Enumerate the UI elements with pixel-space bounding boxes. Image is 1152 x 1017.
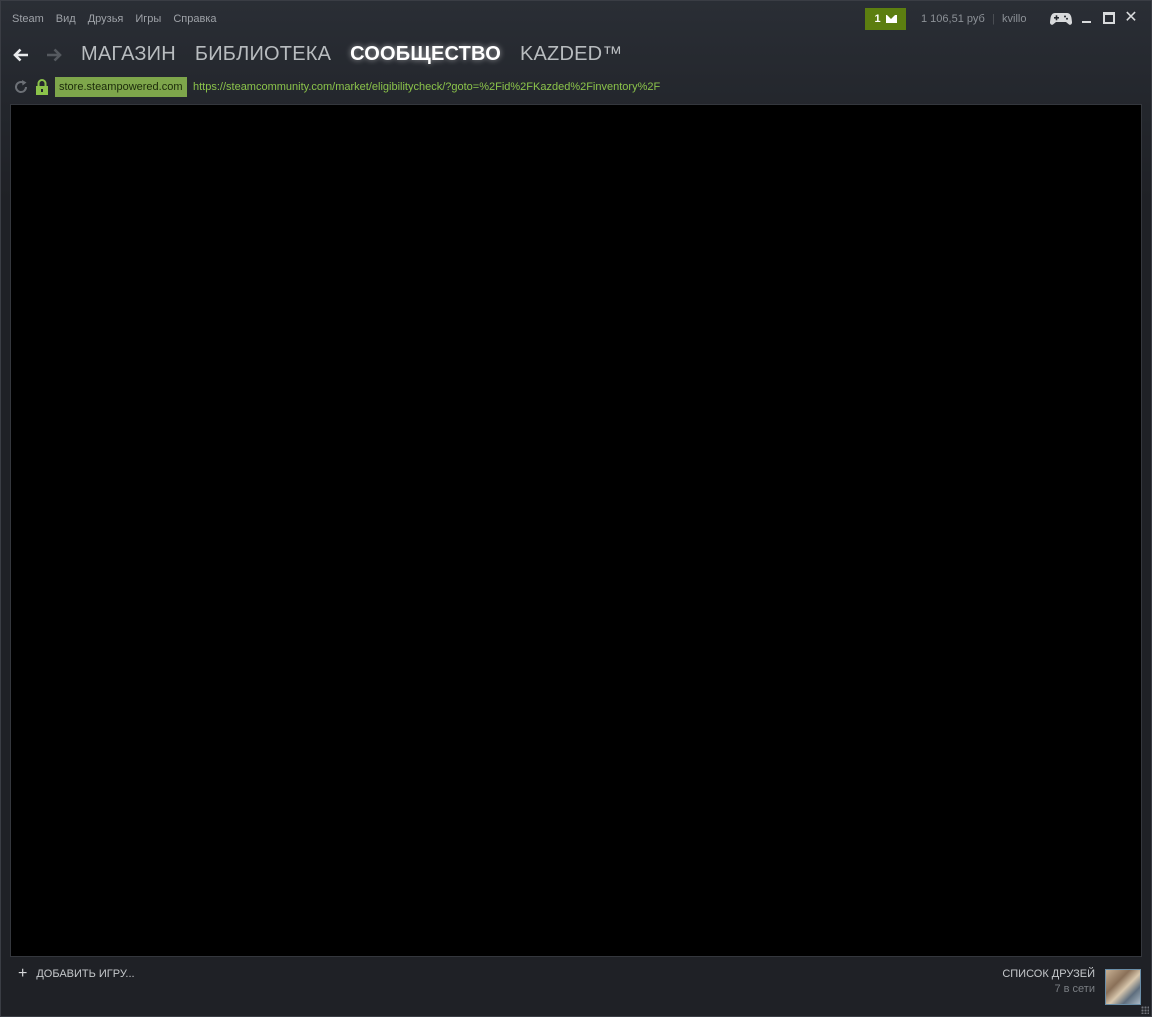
friends-list-title: СПИСОК ДРУЗЕЙ: [1002, 968, 1095, 980]
friends-online-count: 7 в сети: [1054, 983, 1095, 995]
avatar[interactable]: [1105, 969, 1141, 1005]
title-bar: Steam Вид Друзья Игры Справка 1 1 106,51…: [1, 1, 1151, 37]
domain-badge: store.steampowered.com: [55, 77, 187, 97]
footer-bar: + ДОБАВИТЬ ИГРУ... СПИСОК ДРУЗЕЙ 7 в сет…: [1, 958, 1151, 1016]
menu-item-steam[interactable]: Steam: [12, 13, 44, 25]
arrow-right-icon[interactable]: [44, 45, 64, 65]
main-tabs: МАГАЗИН БИБЛИОТЕКА СООБЩЕСТВО KAZDED™: [81, 43, 642, 66]
menu-bar: Steam Вид Друзья Игры Справка: [12, 13, 229, 25]
close-icon[interactable]: ✕: [1124, 10, 1138, 26]
envelope-icon: [885, 15, 897, 23]
add-game-button[interactable]: + ДОБАВИТЬ ИГРУ...: [18, 965, 135, 982]
address-bar: store.steampowered.com https://steamcomm…: [1, 75, 1151, 99]
tab-library[interactable]: БИБЛИОТЕКА: [195, 43, 331, 66]
add-game-label: ДОБАВИТЬ ИГРУ...: [36, 968, 135, 980]
account-separator: |: [992, 13, 995, 25]
reload-icon[interactable]: [13, 79, 29, 95]
plus-icon: +: [18, 965, 28, 982]
gamepad-icon[interactable]: [1050, 12, 1072, 26]
menu-item-help[interactable]: Справка: [173, 13, 216, 25]
url-text[interactable]: https://steamcommunity.com/market/eligib…: [193, 77, 660, 97]
tab-profile[interactable]: KAZDED™: [520, 43, 623, 66]
menu-item-view[interactable]: Вид: [56, 13, 76, 25]
tab-store[interactable]: МАГАЗИН: [81, 43, 176, 66]
steam-client-window: Steam Вид Друзья Игры Справка 1 1 106,51…: [0, 0, 1152, 1017]
notification-count: 1: [874, 13, 881, 25]
maximize-icon[interactable]: [1102, 11, 1116, 25]
tab-community[interactable]: СООБЩЕСТВО: [350, 43, 501, 66]
account-name[interactable]: kvillo: [1002, 13, 1026, 25]
menu-item-friends[interactable]: Друзья: [88, 13, 124, 25]
navigation-bar: МАГАЗИН БИБЛИОТЕКА СООБЩЕСТВО KAZDED™: [1, 37, 1151, 73]
lock-icon: [36, 79, 48, 95]
web-content-area[interactable]: [10, 104, 1142, 957]
friends-list-button[interactable]: СПИСОК ДРУЗЕЙ 7 в сети: [1002, 968, 1095, 995]
resize-grip-icon[interactable]: [1141, 1006, 1149, 1014]
minimize-icon[interactable]: [1080, 11, 1094, 25]
wallet-balance[interactable]: 1 106,51 руб: [921, 13, 985, 25]
notifications-button[interactable]: 1: [865, 8, 906, 30]
arrow-left-icon[interactable]: [11, 45, 31, 65]
menu-item-games[interactable]: Игры: [135, 13, 161, 25]
